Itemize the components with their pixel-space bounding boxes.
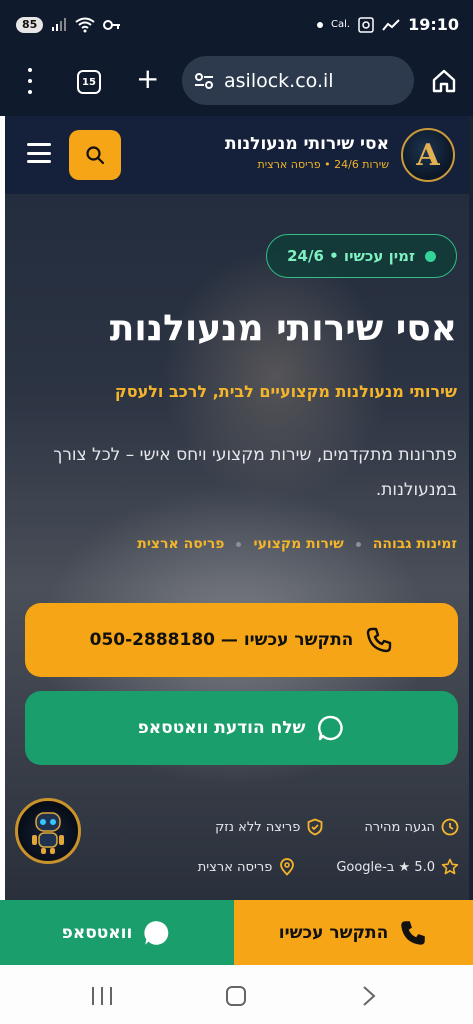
trust-row-2: 5.0 ★ ב-Google פריסה ארצית <box>198 853 459 881</box>
whatsapp-label: שלח הודעת וואטסאפ <box>137 718 306 738</box>
back-icon[interactable] <box>358 985 378 1007</box>
badge-text: זמין עכשיו • 24/6 <box>287 247 415 265</box>
hamburger-menu-icon[interactable] <box>27 143 51 163</box>
robot-icon <box>32 812 64 854</box>
call-now-label: התקשר עכשיו — 050-2888180 <box>89 630 354 650</box>
screenshot-icon <box>358 16 374 33</box>
status-bar: 85 Cal. 19:10 <box>0 0 473 54</box>
site-header: A אסי שירותי מנעולנות שירות 24/6 • פריסה… <box>5 116 473 194</box>
browser-toolbar: 15 + asilock.co.il <box>0 54 473 116</box>
star-outline-icon <box>441 858 459 875</box>
trust-label: הגעה מהירה <box>364 819 435 835</box>
url-text[interactable]: asilock.co.il <box>224 70 334 92</box>
sticky-whatsapp-label: וואטסאפ <box>61 922 133 943</box>
page-edge <box>469 116 473 900</box>
home-nav-icon[interactable] <box>226 986 246 1006</box>
hero-description: פתרונות מתקדמים, שירות מקצועי ויחס אישי … <box>53 445 457 500</box>
site-subtitle: שירות 24/6 • פריסה ארצית <box>257 158 389 171</box>
system-nav-bar <box>0 965 473 1024</box>
site-logo[interactable]: A <box>401 128 455 182</box>
trust-item-nationwide: פריסה ארצית <box>198 858 297 876</box>
trust-item-fast-arrival: הגעה מהירה <box>364 818 459 836</box>
phone-icon <box>367 627 392 653</box>
new-tab-icon[interactable]: + <box>136 63 159 95</box>
trust-label: פריסה ארצית <box>197 859 273 875</box>
carrier-label: Cal. <box>330 19 351 30</box>
search-button[interactable] <box>69 130 121 180</box>
search-icon <box>86 146 105 165</box>
hero-title: אסי שירותי מנעולנות <box>109 308 457 349</box>
whatsapp-icon <box>144 920 169 945</box>
feature-separator <box>236 541 242 547</box>
features-list: זמינות גבוהה שירות מקצועי פריסה ארצית <box>17 536 457 552</box>
chat-assistant-avatar[interactable] <box>15 798 81 864</box>
feature-separator <box>355 541 361 547</box>
trust-item-google-rating: 5.0 ★ ב-Google <box>336 858 459 876</box>
availability-badge: זמין עכשיו • 24/6 <box>266 234 457 278</box>
sticky-call-label: התקשר עכשיו <box>278 922 389 943</box>
whatsapp-icon <box>318 715 344 741</box>
browser-menu-icon[interactable] <box>20 68 40 94</box>
recents-icon[interactable] <box>92 987 112 1005</box>
sticky-call-button[interactable]: התקשר עכשיו <box>234 900 473 965</box>
feature-item: זמינות גבוהה <box>372 536 457 552</box>
whatsapp-button[interactable]: שלח הודעת וואטסאפ <box>25 691 458 765</box>
tab-switcher-button[interactable]: 15 <box>77 70 101 94</box>
address-bar[interactable]: asilock.co.il <box>182 56 414 105</box>
phone-icon <box>401 920 426 945</box>
status-dot-icon <box>425 250 436 262</box>
sticky-whatsapp-button[interactable]: וואטסאפ <box>0 900 234 965</box>
trust-row-1: הגעה מהירה פריצה ללא נזק <box>215 813 459 841</box>
key-icon <box>103 20 121 30</box>
call-now-button[interactable]: התקשר עכשיו — 050-2888180 <box>25 603 458 677</box>
site-title[interactable]: אסי שירותי מנעולנות <box>225 134 389 154</box>
home-icon[interactable] <box>431 68 457 94</box>
trust-label: פריצה ללא נזק <box>215 819 301 835</box>
trend-icon <box>382 18 400 31</box>
clock-icon <box>441 818 459 836</box>
feature-item: פריסה ארצית <box>137 536 225 552</box>
signal-icon <box>52 18 67 31</box>
battery-indicator: 85 <box>16 17 44 33</box>
webpage: A אסי שירותי מנעולנות שירות 24/6 • פריסה… <box>5 116 473 900</box>
hero-subtitle: שירותי מנעולנות מקצועיים לבית, לרכב ולעס… <box>114 382 457 401</box>
location-pin-icon <box>280 858 295 876</box>
site-settings-icon[interactable] <box>194 72 214 90</box>
notification-dot <box>316 21 323 28</box>
clock: 19:10 <box>408 15 459 34</box>
trust-label: 5.0 ★ ב-Google <box>336 859 435 875</box>
wifi-icon <box>75 17 95 33</box>
feature-item: שירות מקצועי <box>253 536 344 552</box>
trust-item-no-damage: פריצה ללא נזק <box>215 818 324 836</box>
shield-check-icon <box>307 818 323 836</box>
